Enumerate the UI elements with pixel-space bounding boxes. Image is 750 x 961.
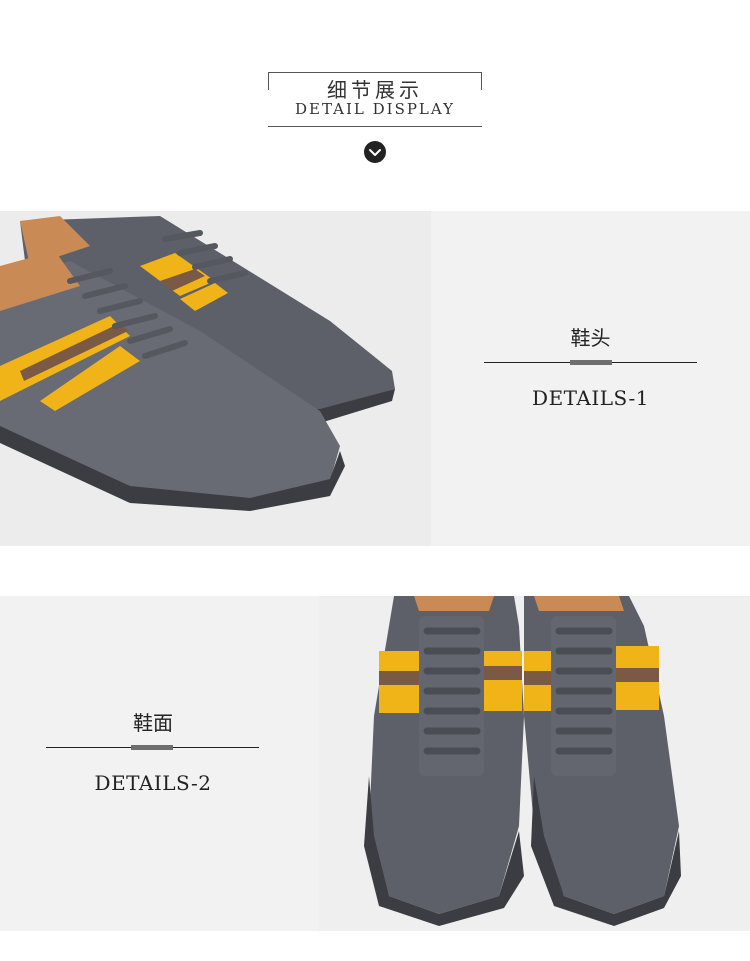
section-subtitle: DETAIL DISPLAY: [294, 100, 456, 118]
chevron-down-icon[interactable]: [364, 141, 386, 163]
section-title: 细节展示: [268, 74, 482, 103]
detail-2-photo: [319, 596, 750, 931]
detail-2-label-en: DETAILS-2: [94, 771, 212, 795]
shoe-side-image: [0, 211, 431, 546]
shoe-top-image: [319, 596, 750, 931]
detail-2-panel: [0, 596, 319, 931]
detail-1-label-en: DETAILS-1: [532, 386, 649, 410]
detail-1-rule-mark: [570, 360, 612, 365]
header-divider: [268, 126, 482, 127]
section-title-cn: 细节展示: [321, 78, 429, 102]
detail-2-rule-mark: [131, 745, 173, 750]
detail-1-label-cn: 鞋头: [570, 326, 611, 350]
detail-1-photo: [0, 211, 431, 546]
detail-1-panel: [431, 211, 750, 546]
detail-2-label-cn: 鞋面: [133, 711, 173, 735]
